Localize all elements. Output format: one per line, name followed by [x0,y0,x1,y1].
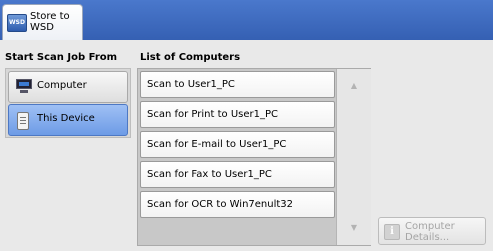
scroll-up-button[interactable]: ▲ [338,71,370,101]
list-of-computers-label: List of Computers [140,52,241,63]
computer-icon [16,79,32,94]
device-icon [17,112,29,130]
info-icon: i [384,224,400,240]
computer-details-label: Computer Details... [405,221,455,243]
tab-title: Store to WSD [30,11,70,33]
list-item[interactable]: Scan for Print to User1_PC [140,101,335,128]
option-computer[interactable]: Computer [8,71,128,103]
start-scan-options: Computer This Device [5,68,131,138]
scroll-down-button[interactable]: ▼ [338,213,370,243]
scrollbar[interactable]: ▲ ▼ [336,69,371,245]
list-item[interactable]: Scan for E-mail to User1_PC [140,131,335,158]
computer-list: Scan to User1_PC Scan for Print to User1… [137,68,371,246]
tab-store-to-wsd[interactable]: WSD Store to WSD [2,4,83,40]
list-item[interactable]: Scan for OCR to Win7enult32 [140,191,335,218]
start-scan-job-from-label: Start Scan Job From [5,52,118,63]
option-this-device-label: This Device [37,113,95,124]
list-item[interactable]: Scan to User1_PC [140,71,335,98]
computer-details-button[interactable]: i Computer Details... [378,217,486,245]
option-computer-label: Computer [37,80,87,91]
wsd-icon: WSD [7,14,27,32]
option-this-device[interactable]: This Device [8,104,128,136]
list-item[interactable]: Scan for Fax to User1_PC [140,161,335,188]
